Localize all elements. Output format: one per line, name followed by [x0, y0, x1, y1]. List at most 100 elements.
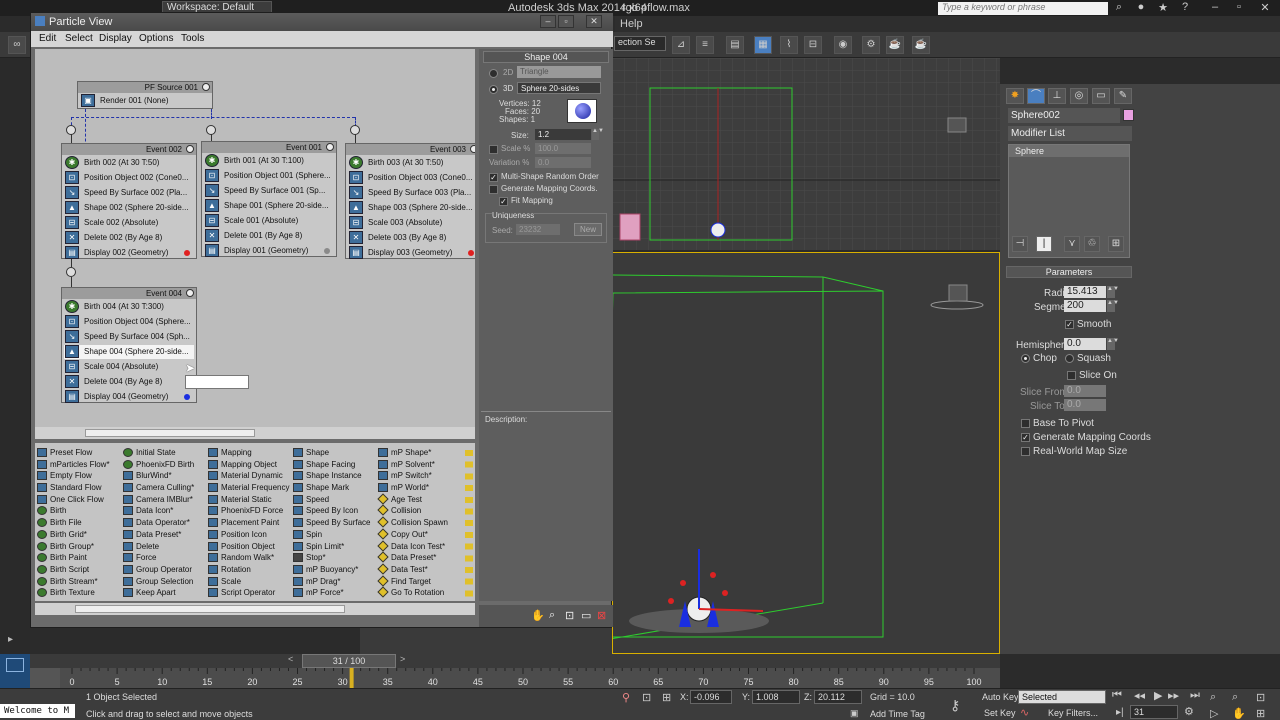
pv-menu-select[interactable]: Select: [65, 33, 93, 44]
top-viewport[interactable]: [612, 58, 1000, 250]
input-connector[interactable]: [66, 267, 76, 277]
time-slider[interactable]: < 31 / 100 >: [30, 654, 1000, 668]
operator[interactable]: ✕ Delete 002 (By Age 8): [64, 231, 194, 245]
shape-rollout-title[interactable]: Shape 004: [483, 51, 609, 63]
pv-menu-display[interactable]: Display: [99, 33, 132, 44]
help-icon[interactable]: ?: [1178, 1, 1192, 15]
depot-item[interactable]: mP Drag*: [293, 576, 370, 588]
maxscript-listener[interactable]: Welcome to M: [0, 704, 75, 718]
operator[interactable]: ✱ Birth 002 (At 30 T:50): [64, 156, 194, 170]
3d-shape-dropdown[interactable]: Sphere 20-sides: [517, 82, 601, 94]
new-seed-button[interactable]: New: [574, 223, 602, 236]
pv-menu-tools[interactable]: Tools: [181, 33, 204, 44]
depot-item[interactable]: Data Operator*: [123, 517, 194, 529]
depot-item[interactable]: Standard Flow: [37, 482, 110, 494]
depot-item[interactable]: Collision: [377, 504, 448, 517]
current-frame-field[interactable]: 31: [1130, 705, 1178, 719]
track-bar-toggle-icon[interactable]: [30, 668, 60, 688]
depot-item[interactable]: Data Test*: [377, 563, 448, 576]
zoom-region-icon[interactable]: ⊡: [565, 609, 574, 622]
menu-help[interactable]: Help: [620, 18, 643, 30]
pf-source[interactable]: PF Source 001 ▣ Render 001 (None): [77, 81, 213, 109]
search-input[interactable]: Type a keyword or phrase: [938, 2, 1108, 15]
segments-spinner[interactable]: ▲▼: [1107, 300, 1119, 312]
zoom-extents-all-icon[interactable]: ⊡: [1256, 691, 1265, 704]
pv-maximize-icon[interactable]: ▫: [558, 15, 574, 28]
depot-item[interactable]: One Click Flow: [37, 494, 110, 506]
depot-item[interactable]: mP Switch*: [378, 470, 448, 482]
depot-item[interactable]: Random Walk*: [208, 552, 289, 564]
zoom-extents-icon[interactable]: ▭: [581, 609, 591, 622]
operator[interactable]: ▲ Shape 001 (Sphere 20-side...: [204, 199, 334, 213]
depot-item[interactable]: Keep Apart: [123, 587, 194, 599]
search-icon[interactable]: ⌕: [1112, 1, 1126, 15]
pv-menu-edit[interactable]: Edit: [39, 33, 56, 44]
depot-item[interactable]: Birth Paint: [37, 552, 110, 564]
depot-item[interactable]: Position Object: [208, 541, 289, 553]
auto-key-button[interactable]: Auto Key: [982, 692, 1019, 702]
event-004[interactable]: Event 004 ✱ Birth 004 (At 30 T:300) ⊡ Posi…: [61, 287, 197, 403]
go-to-start-icon[interactable]: ⏮: [1112, 689, 1122, 702]
depot-item[interactable]: Go To Rotation: [377, 586, 448, 599]
set-key-button[interactable]: Set Key: [984, 708, 1016, 718]
depot-item[interactable]: Data Icon Test*: [377, 539, 448, 553]
pan-icon[interactable]: ✋: [531, 609, 545, 622]
depot-item[interactable]: Shape: [293, 447, 370, 459]
depot-item[interactable]: BlurWind*: [123, 470, 194, 482]
isolate-icon[interactable]: ⚲: [622, 691, 630, 704]
operator[interactable]: ▲ Shape 003 (Sphere 20-side...: [348, 201, 475, 215]
operator[interactable]: ⊡ Position Object 001 (Sphere...: [204, 169, 334, 183]
zoom-icon[interactable]: ⌕: [549, 609, 555, 622]
real-world-checkbox[interactable]: [1021, 447, 1030, 456]
depot-item[interactable]: Group Operator: [123, 564, 194, 576]
zoom-viewport-icon[interactable]: ⌕: [1210, 691, 1216, 704]
operator[interactable]: ⊟ Scale 003 (Absolute): [348, 216, 475, 230]
depot-item[interactable]: Speed By Surface: [293, 517, 370, 529]
depot-item[interactable]: PhoenixFD Birth: [123, 459, 194, 471]
prev-key-icon[interactable]: ◂◂: [1134, 689, 1145, 702]
key-mode-dropdown[interactable]: Selected: [1018, 690, 1106, 704]
zoom-all-icon[interactable]: ⌕: [1232, 691, 1238, 704]
minimize-icon[interactable]: –: [1208, 1, 1222, 15]
x-coord-field[interactable]: -0.096: [690, 690, 732, 704]
key-filters-button[interactable]: Key Filters...: [1048, 708, 1098, 718]
depot-item[interactable]: Data Preset*: [377, 551, 448, 564]
depot-item[interactable]: Copy Out*: [377, 528, 448, 541]
depot-item[interactable]: mP Solvent*: [378, 459, 448, 471]
object-color-swatch[interactable]: [1123, 109, 1134, 121]
depot-item[interactable]: Script Operator: [208, 587, 289, 599]
operator[interactable]: ▣ Render 001 (None): [80, 94, 210, 108]
motion-tab-icon[interactable]: ◎: [1070, 88, 1088, 104]
scroll-thumb[interactable]: [85, 429, 255, 437]
render-icon[interactable]: ☕: [912, 36, 930, 54]
input-connector[interactable]: [66, 125, 76, 135]
depot-item[interactable]: Data Preset*: [123, 529, 194, 541]
depot-item[interactable]: Preset Flow: [37, 447, 110, 459]
mirror-icon[interactable]: ⊿: [672, 36, 690, 54]
maximize-icon[interactable]: ▫: [1232, 1, 1246, 15]
variation-field[interactable]: 0.0: [535, 157, 591, 168]
depot-item[interactable]: Data Icon*: [123, 505, 194, 517]
play-icon[interactable]: ▶: [1154, 689, 1162, 702]
schematic-view-icon[interactable]: ⊟: [804, 36, 822, 54]
depot-item[interactable]: Birth: [37, 505, 110, 517]
squash-radio[interactable]: [1065, 354, 1074, 363]
depot-item[interactable]: Birth Texture: [37, 587, 110, 599]
depot-item[interactable]: Camera IMBlur*: [123, 494, 194, 506]
gen-mapping-checkbox[interactable]: ✓: [1021, 433, 1030, 442]
depot-item[interactable]: Scale: [208, 576, 289, 588]
depot-item[interactable]: Empty Flow: [37, 470, 110, 482]
curve-editor-icon[interactable]: ⌇: [780, 36, 798, 54]
align-icon[interactable]: ≡: [696, 36, 714, 54]
depot-item[interactable]: Mapping: [208, 447, 289, 459]
pv-close-icon[interactable]: ✕: [586, 15, 602, 28]
operator[interactable]: ↘ Speed By Surface 002 (Pla...: [64, 186, 194, 200]
2d-shape-dropdown[interactable]: Triangle: [517, 66, 601, 78]
depot-item[interactable]: mParticles Flow*: [37, 459, 110, 471]
add-time-tag[interactable]: Add Time Tag: [870, 709, 925, 719]
operator[interactable]: ↘ Speed By Surface 001 (Sp...: [204, 184, 334, 198]
pan-view-icon[interactable]: ✋: [1232, 707, 1246, 720]
operator[interactable]: ✕ Delete 004 (By Age 8): [64, 375, 194, 389]
eye-icon[interactable]: [326, 143, 334, 151]
operator[interactable]: ▲ Shape 002 (Sphere 20-side...: [64, 201, 194, 215]
